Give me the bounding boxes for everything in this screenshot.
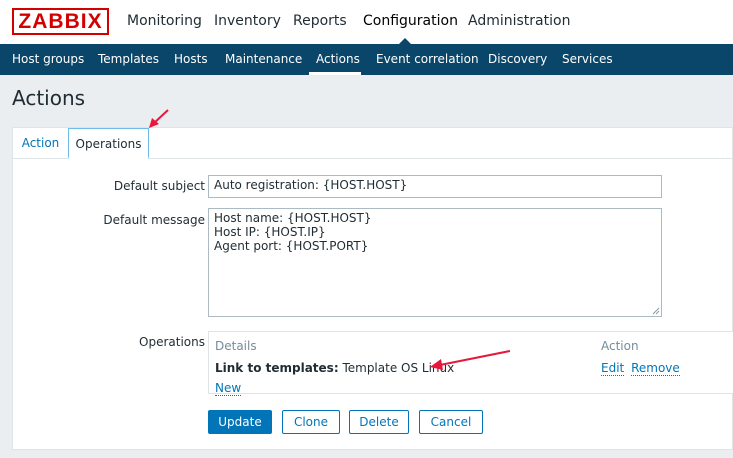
operations-label: Operations (139, 335, 205, 349)
remove-link[interactable]: Remove (631, 361, 680, 376)
col-action-header: Action (601, 339, 639, 353)
menu-administration[interactable]: Administration (468, 13, 570, 29)
update-button[interactable]: Update (208, 410, 272, 434)
top-header: ZABBIX Monitoring Inventory Reports Conf… (0, 0, 733, 45)
tab-operations[interactable]: Operations (68, 128, 149, 159)
submenu-maintenance[interactable]: Maintenance (225, 52, 302, 66)
new-operation-link[interactable]: New (215, 381, 242, 396)
default-subject-input[interactable]: Auto registration: {HOST.HOST} (208, 175, 662, 198)
cancel-button[interactable]: Cancel (419, 410, 483, 434)
menu-configuration[interactable]: Configuration (363, 13, 458, 29)
delete-button[interactable]: Delete (349, 410, 409, 434)
page-title: Actions (12, 86, 86, 110)
message-line: Agent port: {HOST.PORT} (214, 239, 369, 253)
new-operation-row: New (215, 381, 242, 396)
active-submenu-underline (309, 72, 361, 75)
submenu-event-correlation[interactable]: Event correlation (376, 52, 479, 66)
default-subject-label: Default subject (113, 179, 205, 193)
operation-row: Link to templates: Template OS Linux (215, 361, 454, 375)
default-message-textarea[interactable]: Host name: {HOST.HOST} Host IP: {HOST.IP… (208, 208, 662, 317)
edit-link[interactable]: Edit (601, 361, 625, 376)
submenu-services[interactable]: Services (562, 52, 613, 66)
menu-reports[interactable]: Reports (293, 13, 347, 29)
submenu-hosts[interactable]: Hosts (174, 52, 208, 66)
col-details-header: Details (215, 339, 257, 353)
default-message-label: Default message (103, 213, 205, 227)
submenu-actions[interactable]: Actions (316, 52, 360, 66)
submenu-discovery[interactable]: Discovery (488, 52, 547, 66)
resize-handle-icon[interactable] (652, 307, 660, 315)
annotation-arrow-icon (430, 350, 511, 370)
sub-menu: Host groups Templates Hosts Maintenance … (0, 44, 733, 75)
menu-monitoring[interactable]: Monitoring (127, 13, 202, 29)
action-form-card: Action Operations Default subject Auto r… (12, 127, 733, 450)
operation-actions: Edit Remove (601, 361, 680, 376)
operation-type: Link to templates: (215, 361, 339, 375)
message-line: Host IP: {HOST.IP} (214, 225, 326, 239)
message-line: Host name: {HOST.HOST} (214, 211, 372, 225)
zabbix-logo[interactable]: ZABBIX (12, 8, 109, 35)
annotation-arrow-icon (149, 109, 169, 128)
submenu-templates[interactable]: Templates (98, 52, 159, 66)
submenu-host-groups[interactable]: Host groups (12, 52, 84, 66)
menu-inventory[interactable]: Inventory (214, 13, 281, 29)
clone-button[interactable]: Clone (282, 410, 340, 434)
tab-action[interactable]: Action (13, 128, 68, 159)
